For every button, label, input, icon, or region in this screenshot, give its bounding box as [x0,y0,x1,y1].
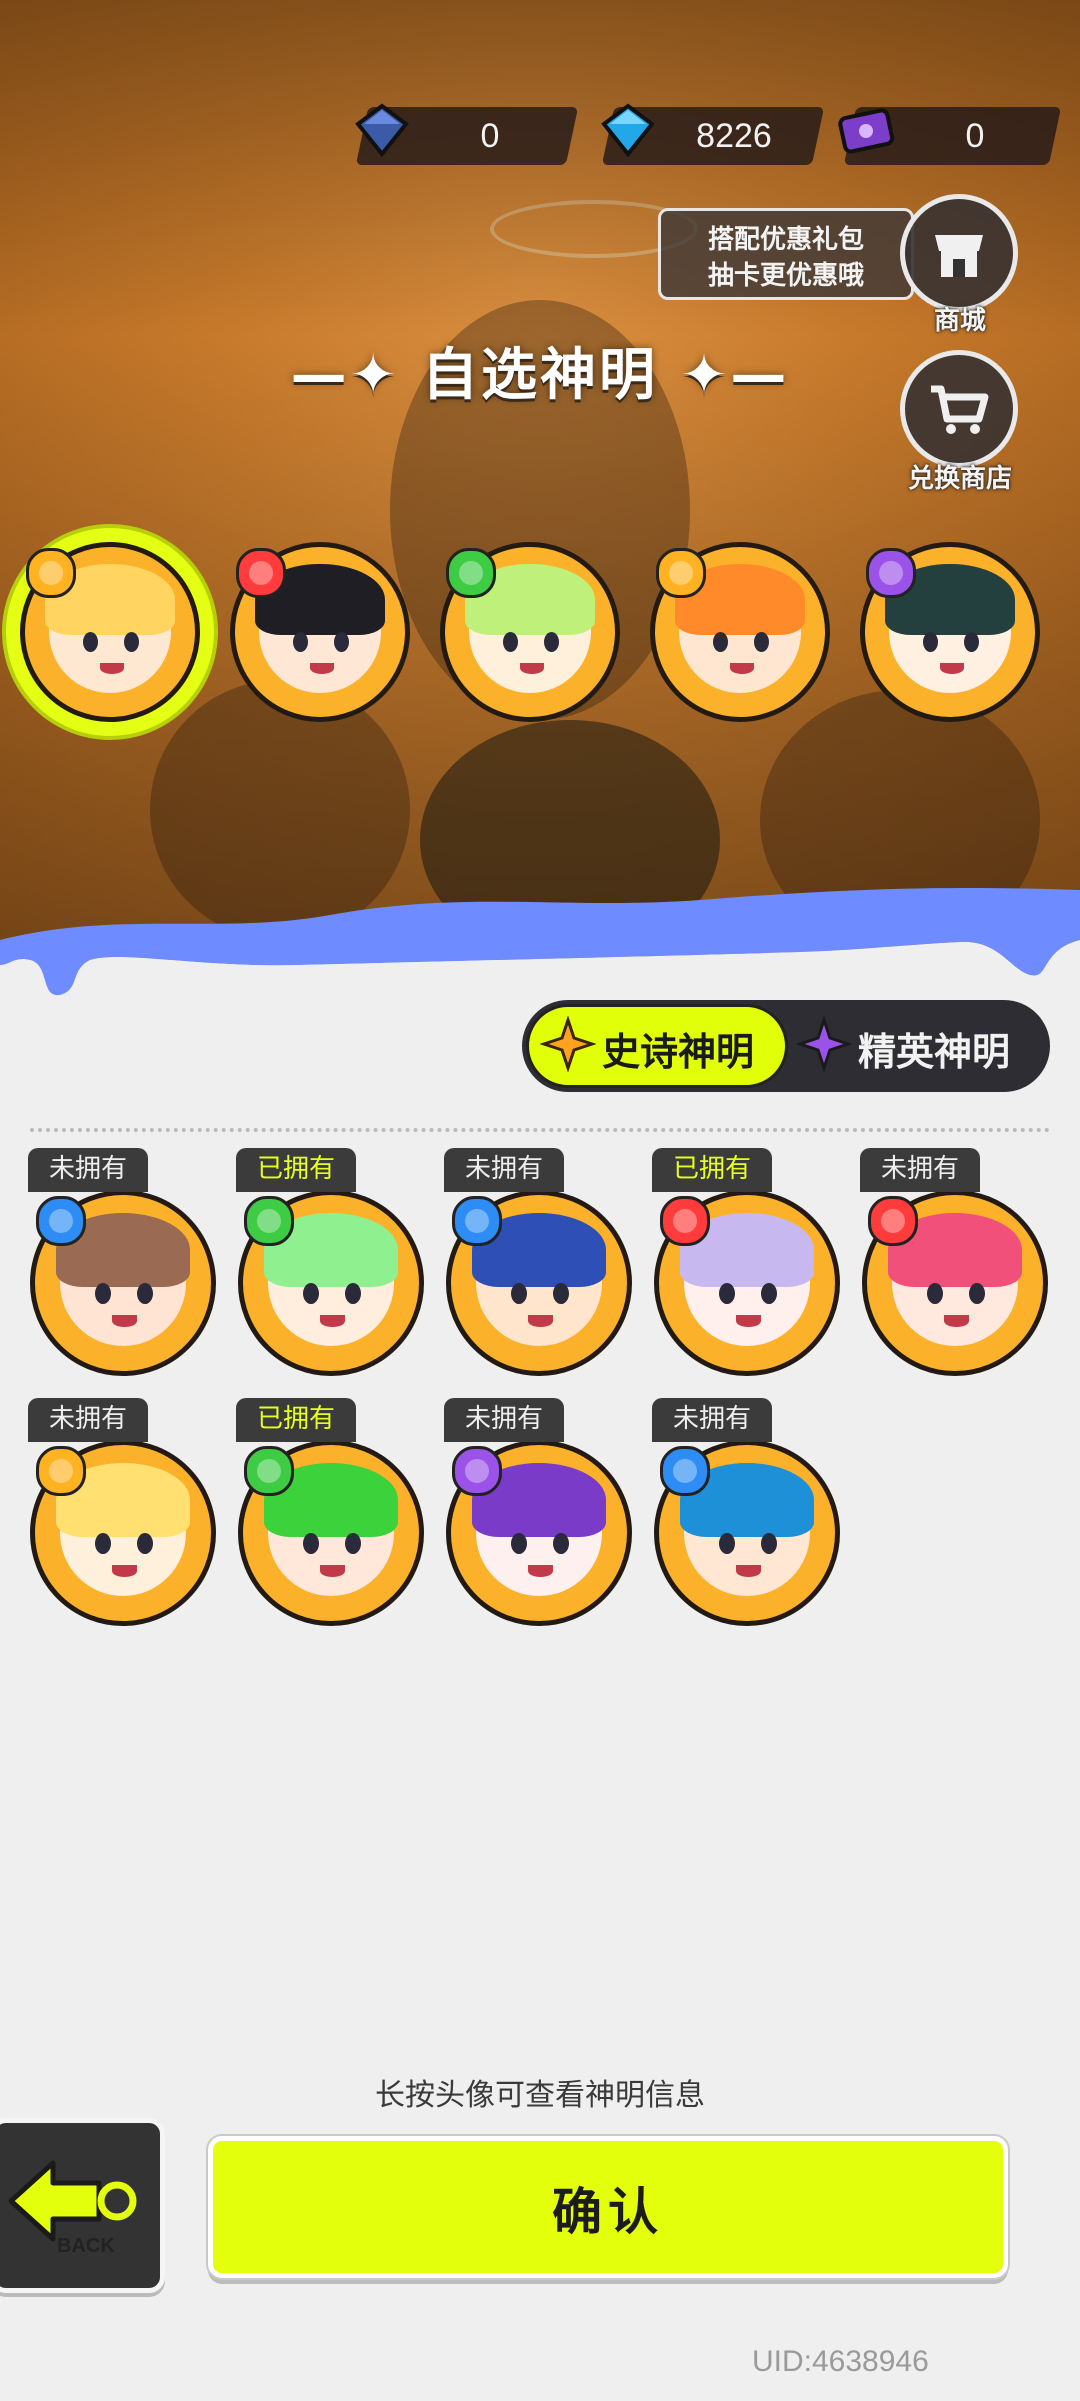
portrait-eye [510,1533,527,1555]
portrait-eye [543,632,559,653]
shop-icon [935,235,983,277]
portrait-mouth [112,1314,138,1327]
portrait-mouth [112,1564,138,1577]
element-badge-icon [36,1196,86,1246]
element-badge-icon [660,1446,710,1496]
sparkle-left-icon: —✦ [290,343,422,408]
element-badge-icon [26,548,76,598]
element-badge-icon [244,1446,294,1496]
page-title-text: 自选神明 [422,343,658,408]
exchange-shop-label: 兑换商店 [907,464,1012,494]
shop-button[interactable] [900,194,1018,312]
portrait-mouth [736,1564,762,1577]
portrait-eye [94,1533,111,1555]
dark-gem-icon [355,103,409,158]
ownership-badge: 已拥有 [236,1148,356,1192]
promo-line-1: 搭配优惠礼包 [707,225,864,255]
portrait-eye [94,1283,111,1305]
portrait-eye [553,1533,569,1555]
portrait-eye [302,1283,319,1305]
portrait-eye [753,632,769,653]
element-badge-icon [660,1196,710,1246]
portrait-eye [137,1283,153,1305]
promo-banner[interactable]: 搭配优惠礼包 抽卡更优惠哦 [658,208,914,300]
ownership-badge: 未拥有 [28,1398,148,1442]
ownership-badge: 未拥有 [28,1148,148,1192]
element-badge-icon [866,548,916,598]
ownership-badge: 未拥有 [444,1148,564,1192]
element-badge-icon [656,548,706,598]
back-label: BACK [57,2235,115,2257]
dotted-divider [30,1128,1050,1132]
element-badge-icon [446,548,496,598]
orange-star-icon [540,1016,596,1072]
purple-ticket-icon [838,108,895,154]
portrait-mouth [320,1564,346,1577]
back-button[interactable]: BACK [0,2118,165,2293]
promo-line-2: 抽卡更优惠哦 [707,261,864,291]
ownership-badge: 已拥有 [236,1398,356,1442]
portrait-mouth [320,1314,346,1327]
portrait-eye [963,632,979,653]
blue-gem-icon [601,103,655,158]
portrait-eye [718,1533,735,1555]
user-id: UID:4638946 [752,2345,929,2378]
portrait-eye [302,1533,319,1555]
portrait-eye [761,1533,777,1555]
currency-value: 0 [480,117,500,155]
purple-star-icon [796,1016,852,1072]
portrait-eye [333,632,349,653]
element-badge-icon [236,548,286,598]
back-arrow-icon [8,2160,137,2242]
element-badge-icon [36,1446,86,1496]
confirm-label: 确认 [552,2183,664,2241]
sparkle-right-icon: ✦— [658,343,790,408]
ownership-badge: 已拥有 [652,1148,772,1192]
portrait-eye [123,632,139,653]
portrait-eye [553,1283,569,1305]
portrait-mouth [736,1314,762,1327]
page-title: —✦ 自选神明 ✦— [0,330,1080,411]
portrait-eye [510,1283,527,1305]
element-badge-icon [868,1196,918,1246]
currency-value: 0 [965,117,985,155]
portrait-mouth [944,1314,970,1327]
hint-text: 长按头像可查看神明信息 [375,2078,705,2113]
element-badge-icon [452,1446,502,1496]
ownership-badge: 未拥有 [444,1398,564,1442]
portrait-mouth [528,1314,554,1327]
portrait-eye [345,1283,361,1305]
ownership-badge: 未拥有 [652,1398,772,1442]
portrait-eye [761,1283,777,1305]
tab-elite-label: 精英神明 [858,1030,1011,1074]
portrait-eye [137,1533,153,1555]
portrait-eye [926,1283,943,1305]
ownership-badge: 未拥有 [860,1148,980,1192]
element-badge-icon [452,1196,502,1246]
currency-value: 8226 [696,117,772,155]
portrait-mouth [528,1564,554,1577]
portrait-eye [718,1283,735,1305]
element-badge-icon [244,1196,294,1246]
portrait-eye [969,1283,985,1305]
portrait-eye [345,1533,361,1555]
tab-epic-label: 史诗神明 [602,1030,755,1074]
